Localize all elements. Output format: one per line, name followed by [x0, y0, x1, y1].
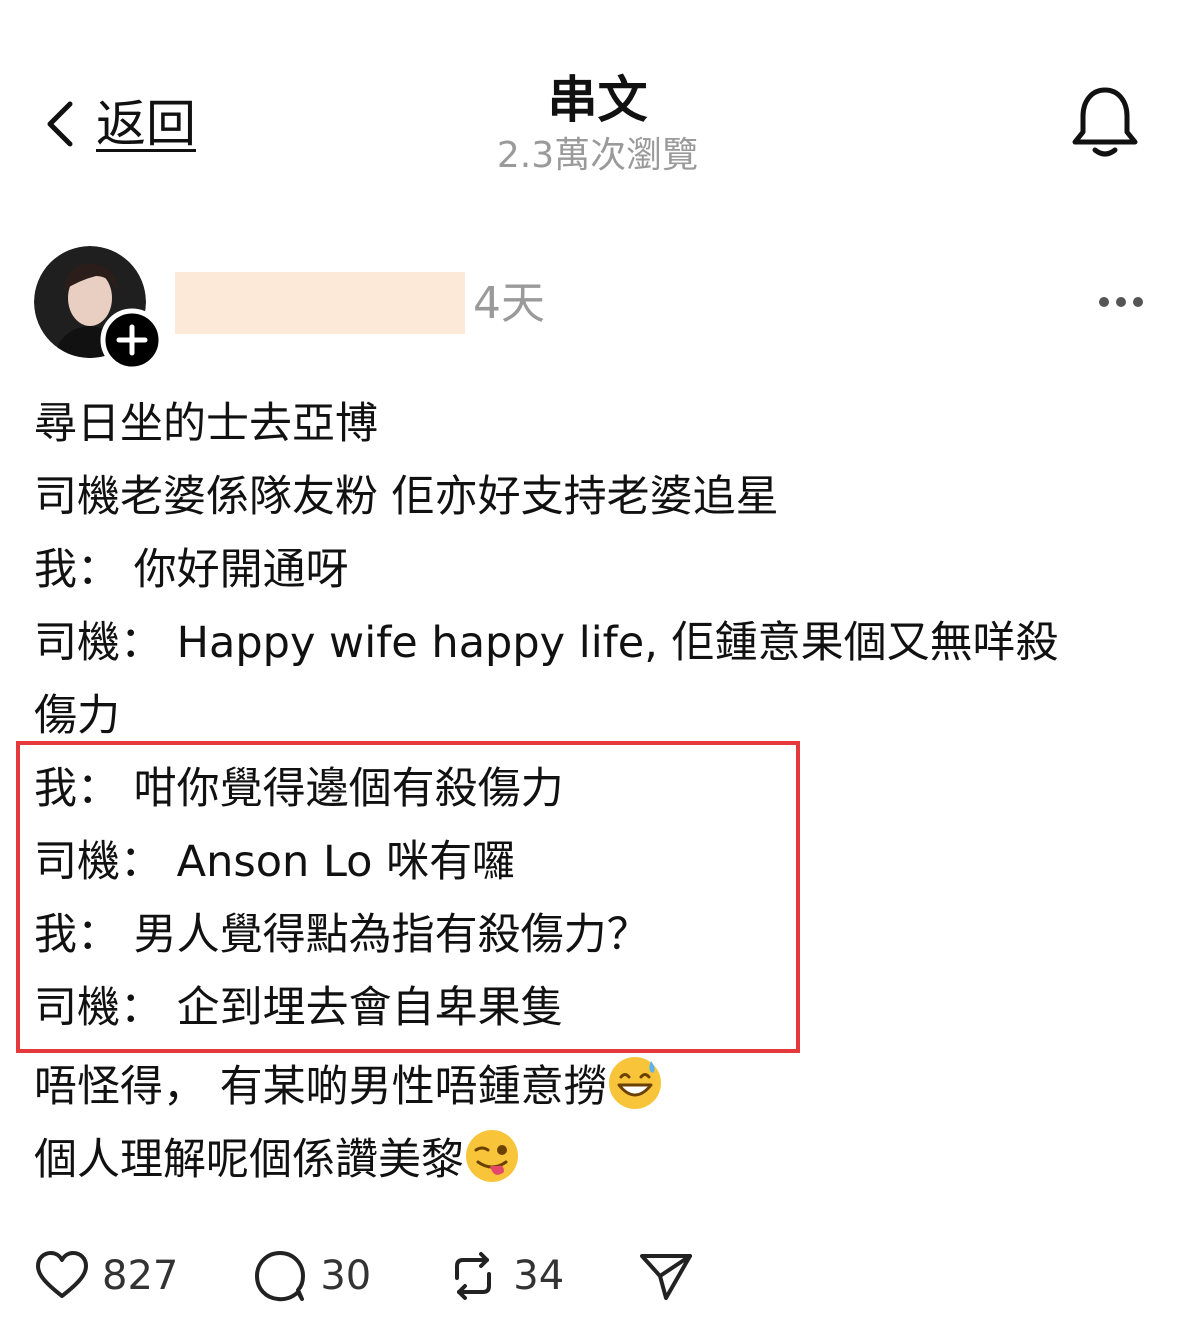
page-title: 串文 — [547, 71, 648, 129]
follow-plus-icon[interactable] — [100, 308, 164, 372]
repost-button[interactable]: 34 — [445, 1248, 564, 1304]
post-time: 4天 — [473, 278, 545, 329]
grinning-sweat-emoji-icon — [608, 1057, 661, 1109]
heart-icon — [36, 1251, 88, 1298]
post-line: 尋日坐的士去亞博 — [34, 399, 378, 449]
like-count: 827 — [102, 1253, 179, 1299]
like-button[interactable]: 827 — [34, 1248, 178, 1304]
action-bar: 827 30 34 — [34, 1248, 768, 1304]
winking-tongue-emoji-icon — [466, 1130, 518, 1182]
redacted-username — [175, 272, 465, 334]
more-options-icon[interactable] — [1090, 284, 1160, 320]
send-icon — [640, 1254, 693, 1300]
post-line-text: 唔怪得， 有某啲男性唔鍾意撈 — [34, 1062, 607, 1112]
view-count: 2.3萬次瀏覽 — [496, 135, 699, 176]
header: 返回 串文 2.3萬次瀏覽 — [0, 0, 1195, 200]
post-line: 我： 你好開通呀 — [34, 545, 349, 595]
bell-icon[interactable] — [1065, 82, 1145, 162]
post-line: 唔怪得， 有某啲男性唔鍾意撈 — [34, 1051, 1164, 1124]
repost-count: 34 — [513, 1253, 565, 1299]
post-line: 個人理解呢個係讚美黎 — [34, 1124, 1164, 1197]
comment-icon — [255, 1251, 306, 1302]
post-line: 司機： Happy wife happy life, 佢鍾意果個又無咩殺 — [34, 618, 1059, 668]
highlight-box — [16, 741, 800, 1053]
repost-icon — [455, 1252, 492, 1300]
post-line: 司機老婆係隊友粉 佢亦好支持老婆追星 — [34, 472, 779, 522]
comment-button[interactable]: 30 — [252, 1248, 371, 1304]
post-line-text: 個人理解呢個係讚美黎 — [34, 1135, 464, 1185]
comment-count: 30 — [320, 1253, 372, 1299]
share-button[interactable] — [638, 1248, 694, 1304]
